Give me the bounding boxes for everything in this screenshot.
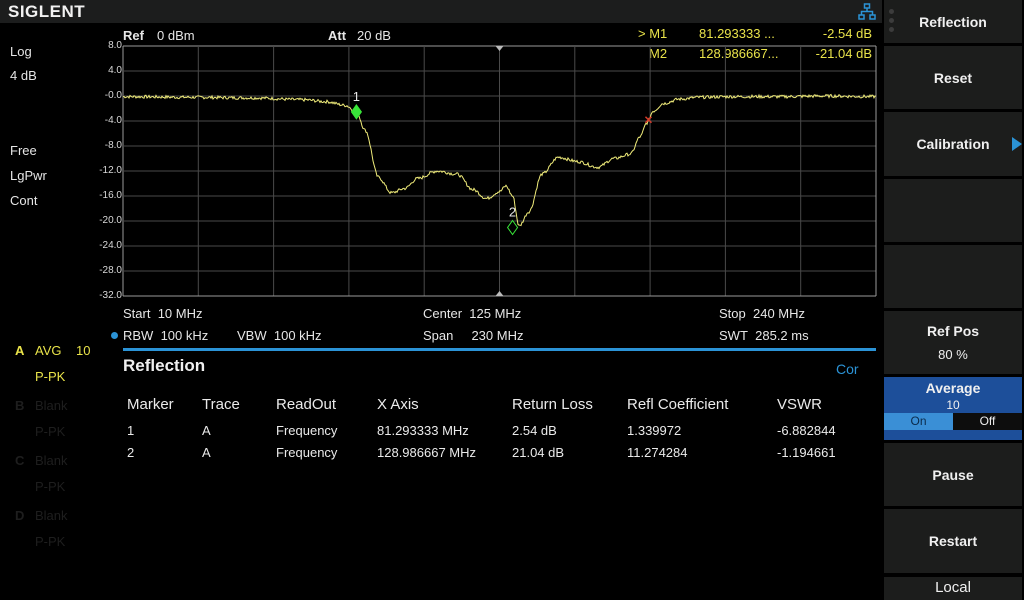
pause-label: Pause (932, 466, 974, 483)
average-on-option[interactable]: On (884, 413, 953, 430)
reflection-title: Reflection (123, 356, 206, 375)
panel-divider (123, 348, 876, 351)
vbw-label: VBW (237, 328, 267, 343)
span-value: 230 MHz (471, 328, 524, 343)
start-freq[interactable]: Start 10 MHz (123, 306, 203, 321)
empty-softkey (884, 179, 1022, 242)
start-value: 10 MHz (157, 306, 203, 321)
average-toggle[interactable]: On Off (884, 413, 1022, 430)
column-header: X Axis (377, 396, 419, 413)
table-cell: -1.194661 (777, 445, 836, 460)
column-header: VSWR (777, 396, 822, 413)
correction-status: Cor (836, 361, 859, 377)
stop-label: Stop (719, 306, 746, 321)
stop-freq[interactable]: Stop 240 MHz (719, 306, 805, 321)
average-value: 10 (946, 398, 960, 412)
menu-title: Reflection (884, 0, 1022, 43)
table-cell: 1.339972 (627, 423, 682, 438)
column-header: Marker (127, 396, 174, 413)
reflection-table-header: Marker Trace ReadOut X Axis Return Loss Refl … (0, 396, 880, 416)
rbw-auto-indicator (111, 332, 118, 339)
average-button[interactable]: Average 10 On Off (884, 377, 1022, 440)
table-cell: -6.882844 (777, 423, 836, 438)
pause-button[interactable]: Pause (884, 443, 1022, 506)
vbw-value: 100 kHz (273, 328, 322, 343)
table-row[interactable]: 2 A Frequency 128.986667 MHz 21.04 dB 11.2742… (0, 445, 880, 463)
local-button[interactable]: Local (884, 577, 1022, 600)
marker-2-diamond[interactable] (506, 219, 519, 236)
submenu-arrow-icon (1012, 137, 1022, 151)
empty-softkey (884, 245, 1022, 308)
center-bottom-marker-icon (495, 291, 504, 296)
softkey-menu: Reflection Reset Calibration Ref Pos 80 … (882, 0, 1024, 600)
marker-1-diamond[interactable] (350, 104, 363, 120)
average-off-option[interactable]: Off (953, 413, 1022, 430)
sweep-time[interactable]: SWT 285.2 ms (719, 328, 809, 343)
table-row[interactable]: 1 A Frequency 81.293333 MHz 2.54 dB 1.339972 -… (0, 423, 880, 441)
center-label: Center (423, 306, 463, 321)
rbw-label: RBW (123, 328, 154, 343)
column-header: Refl Coefficient (627, 396, 729, 413)
ref-pos-button[interactable]: Ref Pos 80 % (884, 311, 1022, 374)
ref-pos-value: 80 % (938, 347, 968, 362)
spectrum-chart[interactable]: 12 (0, 0, 1024, 600)
swt-label: SWT (719, 328, 748, 343)
table-cell: 2 (127, 445, 135, 460)
table-cell: 1 (127, 423, 135, 438)
calibration-label: Calibration (916, 136, 990, 152)
menu-dots-icon (889, 9, 894, 36)
restart-button[interactable]: Restart (884, 509, 1022, 573)
table-cell: Frequency (276, 445, 338, 460)
reset-label: Reset (933, 69, 973, 86)
menu-title-label: Reflection (919, 13, 987, 30)
rbw-value: 100 kHz (160, 328, 209, 343)
table-cell: A (202, 445, 211, 460)
table-cell: 2.54 dB (512, 423, 557, 438)
vbw[interactable]: VBW 100 kHz (237, 328, 322, 343)
start-label: Start (123, 306, 151, 321)
rbw[interactable]: RBW 100 kHz (123, 328, 208, 343)
table-cell: 11.274284 (627, 445, 688, 460)
table-cell: Frequency (276, 423, 338, 438)
table-cell: 128.986667 MHz (377, 445, 477, 460)
column-header: Trace (202, 396, 240, 413)
span[interactable]: Span 230 MHz (423, 328, 523, 343)
column-header: ReadOut (276, 396, 337, 413)
center-freq[interactable]: Center 125 MHz (423, 306, 521, 321)
reset-button[interactable]: Reset (884, 46, 1022, 109)
marker-2-label: 2 (509, 205, 516, 220)
table-cell: A (202, 423, 211, 438)
table-cell: 21.04 dB (512, 445, 565, 460)
column-header: Return Loss (512, 396, 593, 413)
swt-value: 285.2 ms (755, 328, 809, 343)
center-value: 125 MHz (469, 306, 522, 321)
center-top-marker-icon (495, 46, 504, 51)
marker-1-label: 1 (353, 89, 360, 104)
average-label: Average (925, 380, 981, 396)
span-label: Span (423, 328, 454, 343)
table-cell: 81.293333 MHz (377, 423, 469, 438)
ref-pos-label: Ref Pos (926, 323, 980, 339)
restart-label: Restart (928, 533, 978, 549)
stop-value: 240 MHz (752, 306, 806, 321)
calibration-button[interactable]: Calibration (884, 112, 1022, 176)
